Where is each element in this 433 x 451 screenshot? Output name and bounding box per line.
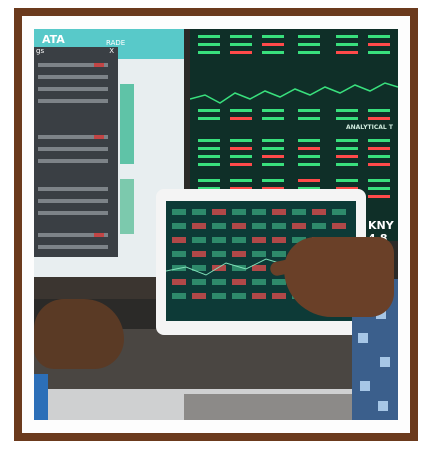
panel-row: [38, 211, 108, 215]
panel-row-highlight: [94, 233, 104, 237]
shirt-check: [378, 401, 388, 411]
panel-row: [38, 199, 108, 203]
panel-row: [38, 87, 108, 91]
frame-mat: ATA RADE gs X ANALYTICAL T KNY: [22, 16, 410, 433]
panel-row-highlight: [94, 135, 104, 139]
left-monitor-subtitle: RADE: [106, 39, 126, 47]
shirt-check: [360, 381, 370, 391]
panel-row: [38, 187, 108, 191]
shirt-check: [358, 333, 368, 343]
panel-row: [38, 75, 108, 79]
shirt-check: [380, 357, 390, 367]
analytical-label: ANALYTICAL T: [346, 124, 393, 131]
left-sleeve: [34, 374, 48, 420]
green-ribbon: [120, 179, 134, 234]
panel-row-highlight: [94, 63, 104, 67]
picture-frame: ATA RADE gs X ANALYTICAL T KNY: [14, 8, 418, 441]
left-monitor-title: ATA: [42, 33, 65, 46]
panel-row: [38, 159, 108, 163]
green-ribbon: [120, 84, 134, 164]
panel-row: [38, 245, 108, 249]
panel-row: [38, 147, 108, 151]
left-hand: [34, 299, 124, 369]
trading-panel-header: gs: [36, 47, 45, 55]
right-hand: [284, 237, 394, 317]
panel-row: [38, 99, 108, 103]
photograph: ATA RADE gs X ANALYTICAL T KNY: [34, 29, 398, 420]
trading-panel: gs X: [34, 47, 118, 257]
trading-panel-close: X: [109, 47, 114, 55]
